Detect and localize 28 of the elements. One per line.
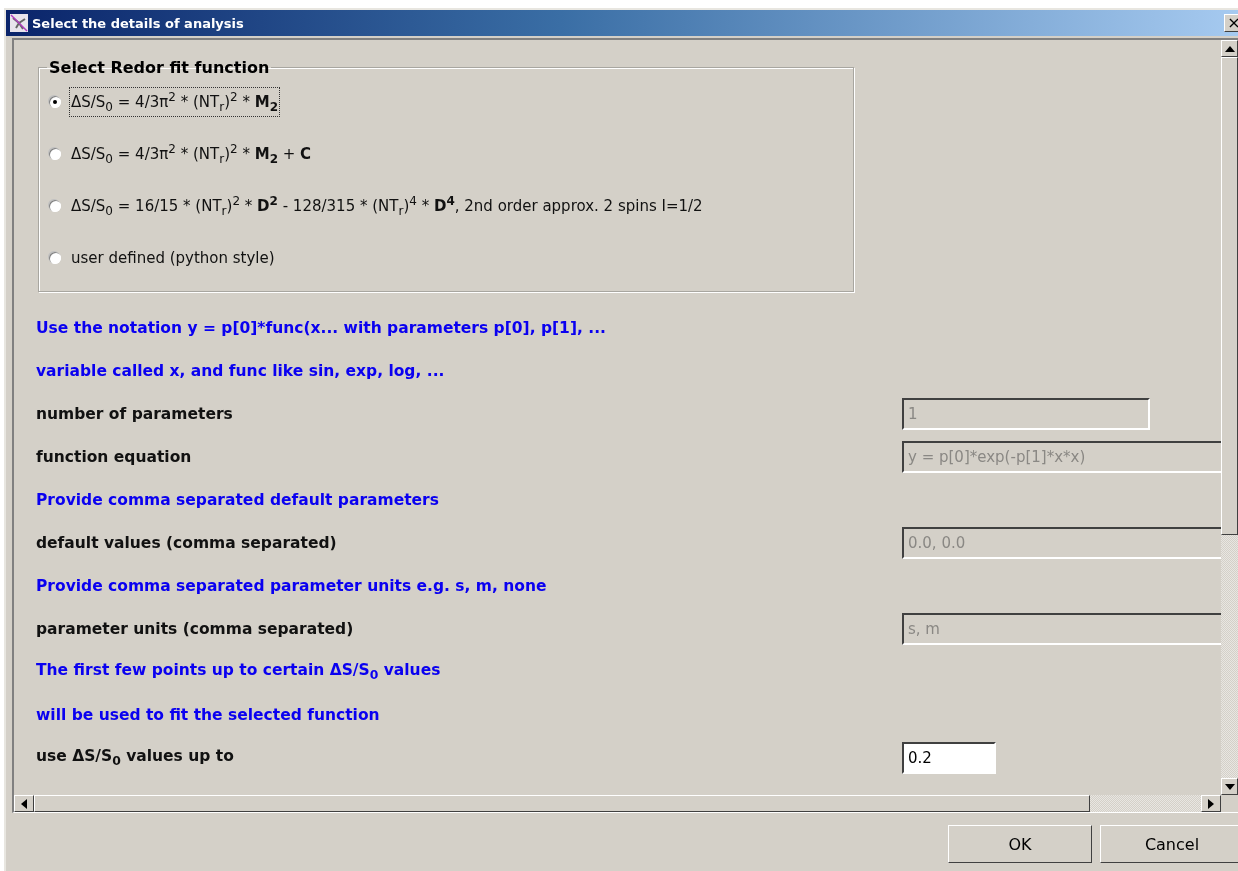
hint-text: Provide comma separated parameter units e.g. s, m, none — [36, 576, 547, 595]
close-button[interactable]: × — [1224, 14, 1238, 32]
radio-button[interactable] — [49, 200, 61, 212]
radio-button[interactable] — [49, 148, 61, 160]
radio-label[interactable]: ΔS/S$_{0}$ = 4/3π$^{2}$ * (NT$_{r}$)$^{2}$ *M$_{2}$ + C — [69, 139, 314, 169]
hint-text: will be used to fit the selected function — [36, 705, 380, 724]
hint-text: Use the notation y = p[0]*func(x... with parameters p[0], p[1], ... — [36, 318, 606, 337]
hint-text: variable called x, and func like sin, exp, log, ... — [36, 361, 445, 380]
scroll-thumb[interactable] — [1221, 57, 1238, 535]
app-icon — [10, 14, 28, 32]
field-label: parameter units (comma separated) — [36, 619, 355, 638]
field-label: default values (comma separated) — [36, 533, 338, 552]
dialog-button[interactable]: OK — [948, 825, 1092, 863]
field-label: function equation — [36, 447, 193, 466]
vertical-scrollbar[interactable] — [1221, 40, 1238, 795]
hint-text: Provide comma separated default parameters — [36, 490, 439, 509]
dialog-button[interactable]: Cancel — [1100, 825, 1238, 863]
radio-button[interactable] — [49, 96, 61, 108]
field-label: number of parameters — [36, 404, 234, 423]
field-label: use ΔS/S$_{0}$ values up to — [36, 746, 235, 769]
input-field[interactable]: 0.2 — [902, 741, 996, 774]
group-title: Select Redor fit function — [48, 58, 271, 77]
window-title: Select the details of analysis — [32, 15, 245, 31]
radio-label[interactable]: user defined (python style) — [69, 246, 277, 270]
hint-text: The first few points up to certain ΔS/S$_{0}$ values — [36, 660, 441, 683]
radio-button[interactable] — [49, 252, 61, 264]
radio-label[interactable]: ΔS/S$_{0}$ = 16/15 * (NT$_{r}$)$^{2}$ *D$^{2}$ - 128/315 * (NT$_{r}$)$^{4}$ *D$^{4}$, 2nd order approx. 2 spins I=1/2 — [69, 191, 705, 221]
radio-label[interactable]: ΔS/S$_{0}$ = 4/3π$^{2}$ * (NT$_{r}$)$^{2}$ *M$_{2}$ — [69, 87, 280, 117]
